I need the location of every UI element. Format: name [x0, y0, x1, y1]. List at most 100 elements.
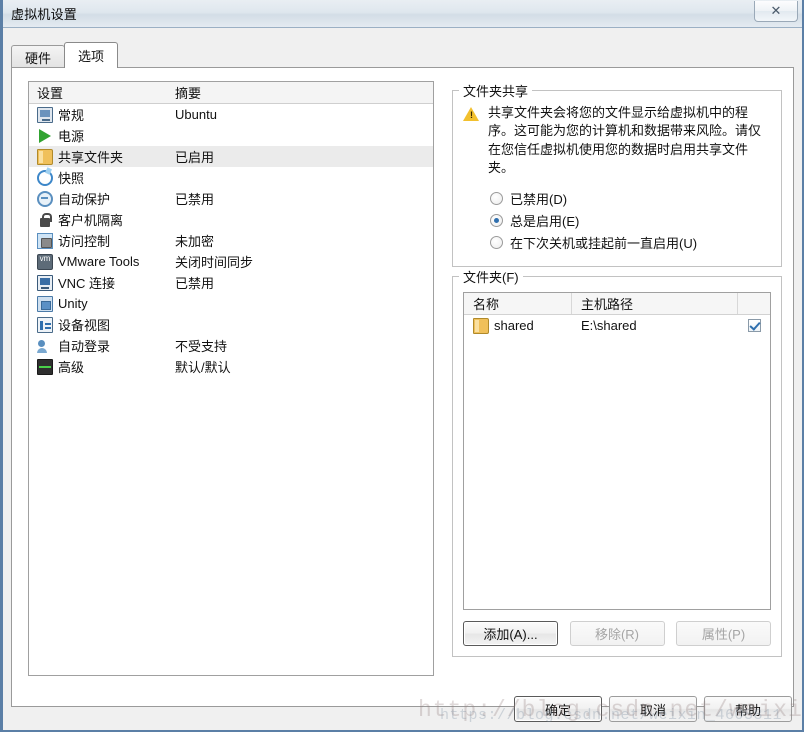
settings-row-label: VNC 连接 — [29, 273, 173, 292]
snapshot-icon — [37, 169, 53, 186]
settings-row-text: 访问控制 — [58, 234, 111, 249]
settings-row-autoprotect[interactable]: 自动保护 已禁用 — [29, 188, 433, 209]
settings-row-label: Unity — [29, 295, 173, 312]
folder-path-cell: E:\shared — [581, 318, 637, 334]
settings-row-summary: 关闭时间同步 — [175, 255, 254, 270]
settings-row-text: Unity — [58, 296, 88, 311]
folder-enabled-cell[interactable] — [738, 319, 770, 333]
folders-table[interactable]: 名称 主机路径 shared E:\shared — [463, 291, 771, 610]
settings-row-summary: 未加密 — [175, 234, 215, 249]
vnc-icon — [37, 274, 53, 291]
folder-properties-button[interactable]: 属性(P) — [676, 620, 771, 646]
settings-row-power[interactable]: 电源 — [29, 125, 433, 146]
folder-enabled-checkbox[interactable] — [747, 319, 761, 333]
settings-row-summary: 已禁用 — [175, 276, 215, 291]
settings-row-label: 设备视图 — [29, 315, 173, 334]
settings-row-text: 自动保护 — [58, 192, 111, 207]
settings-row-label: VMware Tools — [29, 253, 173, 270]
ok-button-label: 确定 — [544, 702, 571, 718]
folders-group: 文件夹(F) 名称 主机路径 shared E:\shared 添加(A)...… — [452, 266, 782, 657]
settings-row-text: 客户机隔离 — [58, 213, 124, 228]
tab-options[interactable]: 选项 — [64, 42, 119, 68]
tab-hardware[interactable]: 硬件 — [11, 45, 66, 68]
sharing-warning-text: 共享文件夹会将您的文件显示给虚拟机中的程序。这可能为您的计算机和数据带来风险。请… — [488, 105, 762, 176]
add-folder-button[interactable]: 添加(A)... — [463, 620, 558, 646]
folders-column-name: 名称 — [464, 292, 572, 314]
settings-row-unity[interactable]: Unity — [29, 293, 433, 314]
remove-folder-button[interactable]: 移除(R) — [569, 620, 665, 646]
settings-row-text: 电源 — [58, 129, 85, 144]
settings-row-general[interactable]: 常规 Ubuntu — [29, 104, 433, 125]
settings-row-text: VNC 连接 — [58, 276, 116, 291]
settings-row-summary: Ubuntu — [175, 107, 217, 122]
folders-table-header: 名称 主机路径 — [464, 292, 770, 315]
settings-row-label: 客户机隔离 — [29, 210, 173, 229]
settings-row-vmware-tools[interactable]: VMware Tools 关闭时间同步 — [29, 251, 433, 272]
radio-indicator — [490, 214, 503, 228]
settings-row-text: 高级 — [58, 360, 85, 375]
monitor-icon — [37, 106, 53, 123]
settings-row-label: 电源 — [29, 126, 173, 145]
table-row[interactable]: shared E:\shared — [464, 315, 770, 337]
settings-row-label: 常规 — [29, 105, 173, 124]
settings-row-access-control[interactable]: 访问控制 未加密 — [29, 230, 433, 251]
settings-row-summary: 默认/默认 — [175, 360, 231, 375]
tab-options-label: 选项 — [78, 49, 105, 64]
title-bar: 虚拟机设置 ✕ — [3, 0, 802, 28]
settings-row-snapshot[interactable]: 快照 — [29, 167, 433, 188]
radio-always-enabled[interactable]: 总是启用(E) — [490, 210, 771, 232]
warning-triangle-icon: ! — [463, 107, 480, 122]
settings-row-auto-login[interactable]: 自动登录 不受支持 — [29, 335, 433, 356]
advanced-icon — [37, 358, 53, 375]
settings-row-vnc[interactable]: VNC 连接 已禁用 — [29, 272, 433, 293]
radio-always-enabled-label: 总是启用(E) — [510, 214, 580, 230]
tab-hardware-label: 硬件 — [25, 50, 52, 66]
folder-name-cell: shared — [464, 317, 572, 334]
folder-sharing-legend: 文件夹共享 — [463, 84, 529, 99]
folder-name-text: shared — [494, 318, 534, 334]
column-header-summary: 摘要 — [175, 86, 202, 101]
power-icon — [37, 128, 53, 144]
ok-button[interactable]: 确定 — [514, 696, 602, 722]
unity-icon — [37, 295, 53, 312]
folder-properties-label: 属性(P) — [701, 626, 746, 642]
auto-login-icon — [37, 338, 53, 354]
add-folder-label: 添加(A)... — [483, 626, 538, 642]
settings-row-summary: 已启用 — [175, 150, 215, 165]
help-button[interactable]: 帮助 — [704, 696, 792, 722]
settings-row-text: VMware Tools — [58, 254, 140, 269]
radio-until-shutdown[interactable]: 在下次关机或挂起前一直启用(U) — [490, 232, 771, 254]
settings-row-device-view[interactable]: 设备视图 — [29, 314, 433, 335]
settings-row-shared-folders[interactable]: 共享文件夹 已启用 — [29, 146, 433, 167]
folders-legend: 文件夹(F) — [463, 269, 519, 285]
radio-disabled-label: 已禁用(D) — [510, 192, 568, 208]
autoprotect-icon — [37, 190, 53, 207]
settings-row-label: 自动登录 — [29, 336, 173, 355]
sharing-options: 已禁用(D) 总是启用(E) 在下次关机或挂起前一直启用(U) — [463, 188, 771, 254]
vmware-tools-icon — [37, 253, 53, 270]
cancel-button[interactable]: 取消 — [609, 696, 697, 722]
settings-row-label: 快照 — [29, 168, 173, 187]
help-button-label: 帮助 — [734, 702, 761, 718]
folder-icon — [37, 148, 53, 165]
vm-settings-dialog: 虚拟机设置 ✕ 硬件 选项 设置 摘要 常规 Ubuntu 电源 共享文件夹 已… — [0, 0, 804, 732]
settings-row-text: 快照 — [58, 171, 85, 186]
settings-row-label: 自动保护 — [29, 189, 173, 208]
access-lock-icon — [37, 232, 53, 249]
settings-row-text: 常规 — [58, 108, 85, 123]
folder-actions: 添加(A)... 移除(R) 属性(P) — [463, 620, 771, 646]
settings-row-text: 共享文件夹 — [58, 150, 124, 165]
settings-row-guest-isolation[interactable]: 客户机隔离 — [29, 209, 433, 230]
folders-column-enabled — [738, 293, 770, 314]
folder-icon — [473, 317, 489, 334]
warning-bang: ! — [470, 110, 473, 120]
lock-icon — [37, 212, 53, 228]
close-button[interactable]: ✕ — [754, 1, 798, 22]
cancel-button-label: 取消 — [639, 702, 666, 718]
settings-row-label: 高级 — [29, 357, 173, 376]
settings-list[interactable]: 设置 摘要 常规 Ubuntu 电源 共享文件夹 已启用 快照 自动保护 已禁用… — [28, 81, 434, 676]
radio-until-shutdown-label: 在下次关机或挂起前一直启用(U) — [510, 236, 698, 252]
radio-disabled[interactable]: 已禁用(D) — [490, 188, 771, 210]
settings-row-text: 自动登录 — [58, 339, 111, 354]
settings-row-advanced[interactable]: 高级 默认/默认 — [29, 356, 433, 377]
